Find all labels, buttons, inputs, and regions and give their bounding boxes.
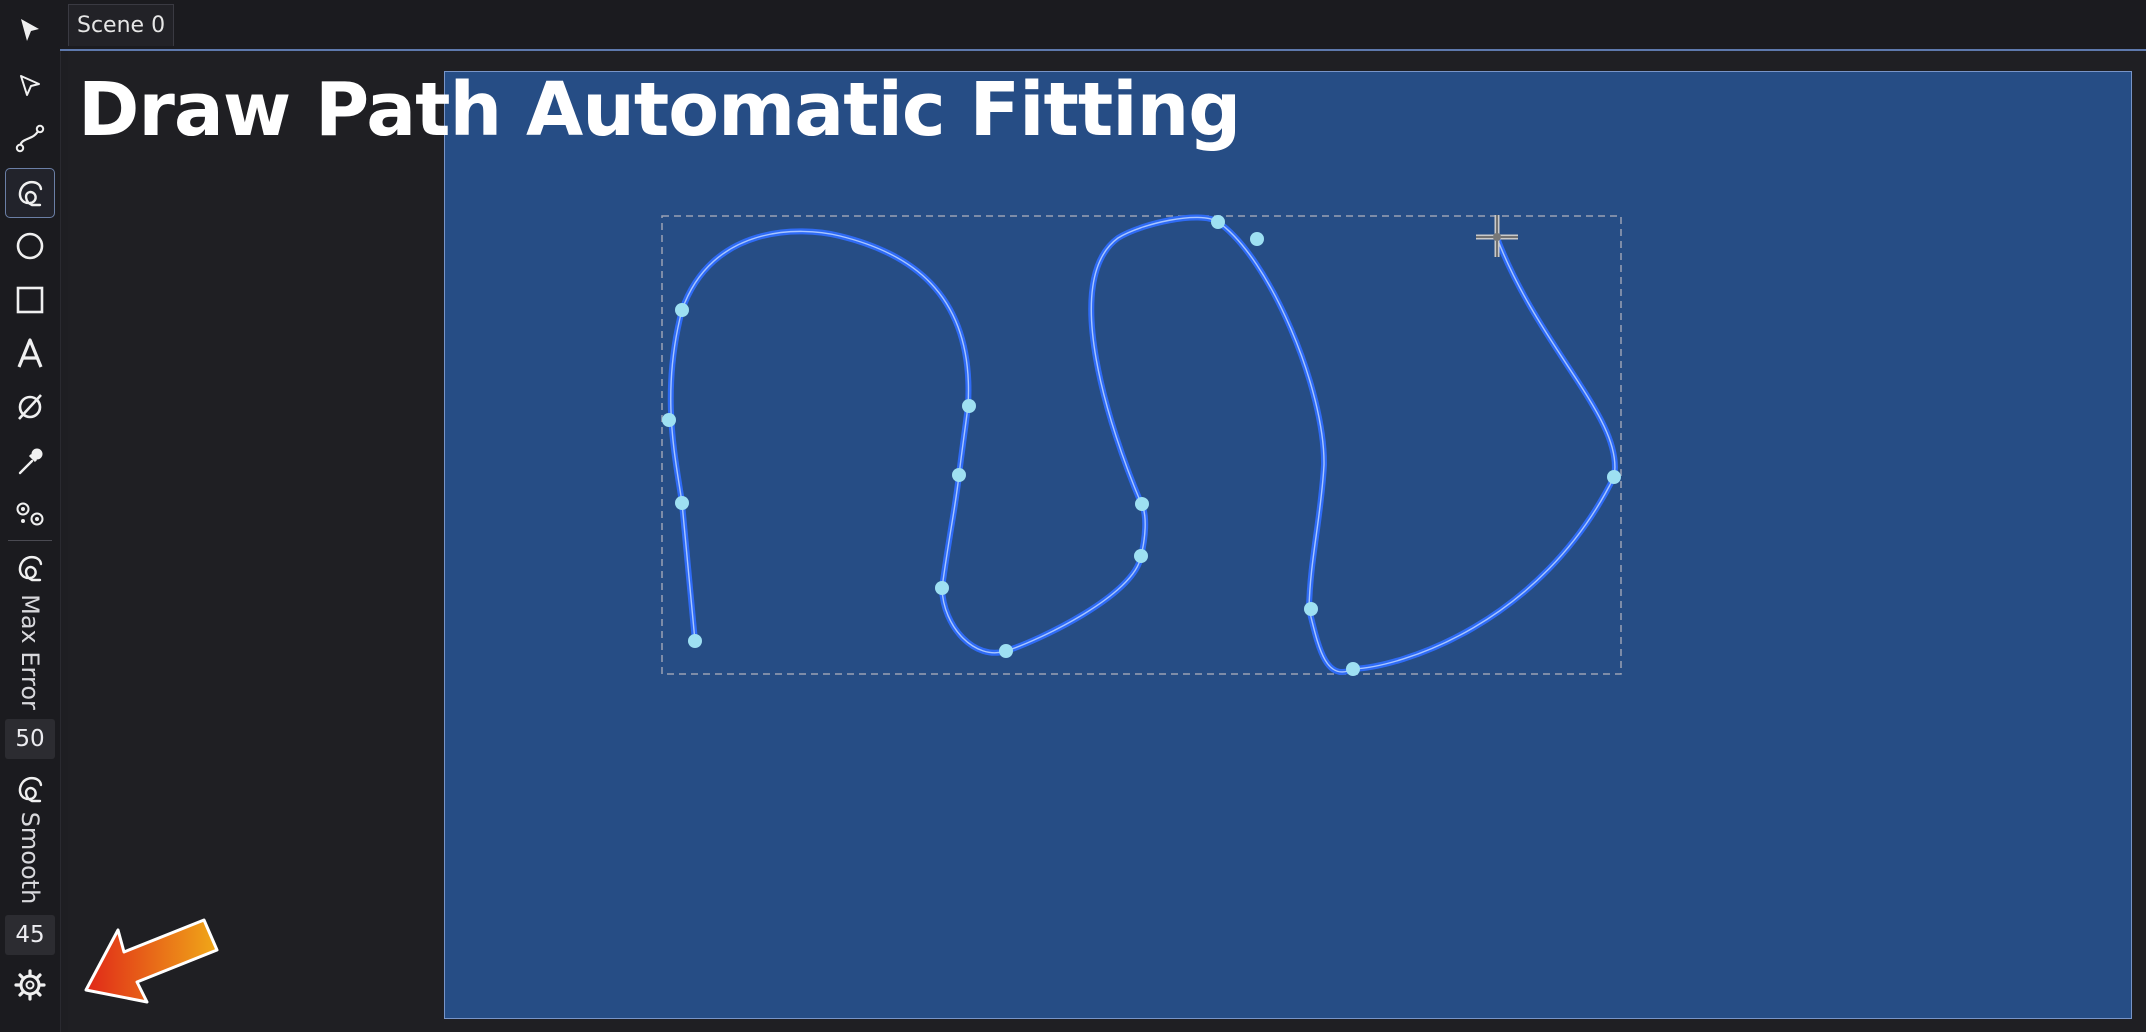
direct-select-tool-button[interactable] xyxy=(5,61,55,111)
circle-icon xyxy=(16,232,44,260)
max-error-field[interactable]: 50 xyxy=(5,719,55,759)
toolbar-divider xyxy=(8,540,52,541)
tab-bar: Scene 0 xyxy=(60,0,2146,51)
nodes-tool-button[interactable] xyxy=(5,489,55,539)
canvas-document[interactable] xyxy=(444,71,2132,1019)
square-icon xyxy=(16,286,44,314)
freehand-curl-icon xyxy=(18,181,43,207)
bezier-path-icon xyxy=(15,124,45,153)
max-error-label: Max Error xyxy=(16,594,44,710)
draw-path-tool-button[interactable] xyxy=(5,168,55,218)
ellipse-tool-button[interactable] xyxy=(5,221,55,271)
settings-button[interactable] xyxy=(5,960,55,1010)
eyedropper-tool-button[interactable] xyxy=(5,436,55,486)
rectangle-tool-button[interactable] xyxy=(5,275,55,325)
arrow-pointer-icon xyxy=(21,19,39,41)
max-error-icon-wrap xyxy=(5,543,55,593)
left-toolbar: Max Error 50 Smooth 45 xyxy=(0,0,61,1032)
freehand-curl-icon xyxy=(18,556,43,582)
eyedropper-icon xyxy=(18,448,43,475)
smooth-icon-wrap xyxy=(5,764,55,814)
letter-a-icon xyxy=(17,338,43,368)
text-tool-button[interactable] xyxy=(5,329,55,379)
select-tool-button[interactable] xyxy=(5,6,55,56)
nodes-icon xyxy=(16,502,44,526)
path-tool-button[interactable] xyxy=(5,113,55,163)
empty-set-icon xyxy=(18,394,42,420)
page-title: Draw Path Automatic Fitting xyxy=(78,67,1241,153)
gear-icon xyxy=(14,969,46,1001)
tab-scene-0[interactable]: Scene 0 xyxy=(68,4,175,46)
freehand-curl-icon xyxy=(18,777,43,803)
smooth-label: Smooth xyxy=(16,811,44,905)
empty-set-tool-button[interactable] xyxy=(5,382,55,432)
smooth-field[interactable]: 45 xyxy=(5,915,55,955)
arrow-outline-icon xyxy=(20,75,40,96)
